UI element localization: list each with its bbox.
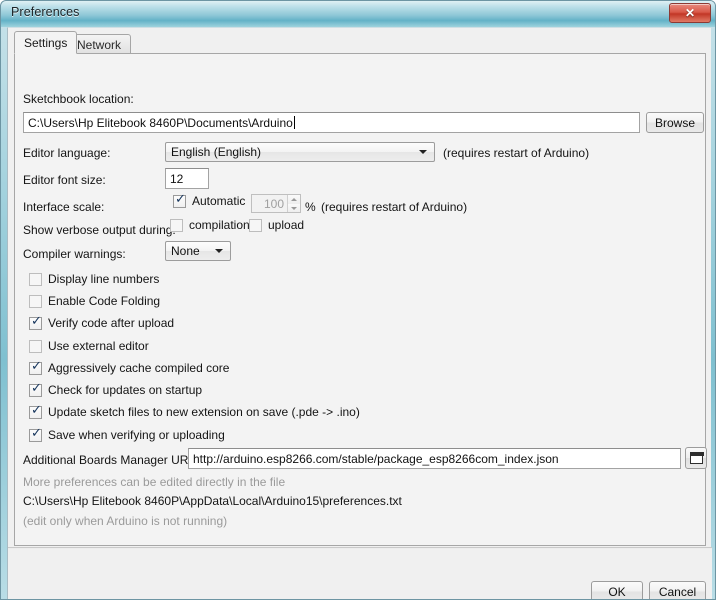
interface-scale-automatic-checkbox[interactable]: ✓ Automatic [173,191,246,208]
checkbox-box: ✓ [173,191,186,208]
checkbox-box: ✓ [29,380,42,397]
tab-settings[interactable]: Settings [14,31,78,54]
editor-language-label: Editor language: [23,146,111,160]
checkbox-label: Use external editor [48,339,149,353]
checkbox-use-external-editor[interactable]: Use external editor [29,339,149,353]
cancel-button[interactable]: Cancel [649,581,706,599]
checkbox-display-line-numbers[interactable]: Display line numbers [29,272,159,286]
close-button[interactable]: ✕ [669,3,711,23]
interface-scale-automatic-label: Automatic [192,194,246,208]
checkbox-verify-code-after-upload[interactable]: ✓ Verify code after upload [29,313,175,330]
checkbox-label: Check for updates on startup [48,383,203,397]
chevron-down-icon [215,249,223,253]
checkbox-box: ✓ [29,425,42,442]
checkbox-box [29,272,42,286]
title-bar: Preferences ✕ [1,1,715,27]
spinner-up-icon[interactable] [288,195,300,204]
editor-font-size-value: 12 [170,171,184,186]
check-icon: ✓ [31,380,42,396]
checkbox-label: Aggressively cache compiled core [48,361,230,375]
check-icon: ✓ [175,191,186,207]
verbose-output-label: Show verbose output during: [23,223,176,237]
checkbox-box [29,294,42,308]
check-icon: ✓ [31,358,42,374]
dialog-footer: OK Cancel [8,549,712,599]
dialog-client-area: Settings Network Sketchbook location: C:… [7,27,712,599]
checkbox-box [249,218,262,232]
interface-scale-percent-label: % [305,200,316,214]
verbose-upload-checkbox[interactable]: upload [249,218,304,232]
compiler-warnings-label: Compiler warnings: [23,247,126,261]
interface-scale-label: Interface scale: [23,200,105,214]
check-icon: ✓ [31,313,42,329]
checkbox-update-sketch-files-extension[interactable]: ✓ Update sketch files to new extension o… [29,402,360,419]
boards-manager-urls-expand-button[interactable] [685,447,707,469]
verbose-compilation-label: compilation [189,218,250,232]
editor-language-value: English (English) [171,145,262,159]
spinner-down-icon[interactable] [288,203,300,212]
preferences-file-hint: More preferences can be edited directly … [23,475,286,489]
checkbox-label: Enable Code Folding [48,294,161,308]
tab-strip: Settings Network [8,31,712,54]
ok-button[interactable]: OK [591,581,643,599]
preferences-dialog: Preferences ✕ Settings Network Sketchboo… [0,0,716,600]
window-title: Preferences [11,5,80,19]
boards-manager-urls-value: http://arduino.esp8266.com/stable/packag… [193,451,559,466]
checkbox-check-for-updates-on-startup[interactable]: ✓ Check for updates on startup [29,380,203,397]
checkbox-box: ✓ [29,313,42,330]
window-icon [689,451,704,464]
checkbox-box [29,339,42,353]
checkbox-label: Save when verifying or uploading [48,428,225,442]
text-caret [293,116,295,129]
editor-font-size-input[interactable]: 12 [165,168,209,189]
close-icon: ✕ [684,6,696,20]
checkbox-label: Update sketch files to new extension on … [48,405,360,419]
checkbox-box [170,218,183,232]
chevron-down-icon [419,150,427,154]
compiler-warnings-select[interactable]: None [165,241,231,261]
checkbox-label: Verify code after upload [48,316,175,330]
compiler-warnings-value: None [171,244,200,258]
sketchbook-location-label: Sketchbook location: [23,92,134,106]
editor-font-size-label: Editor font size: [23,173,106,187]
spinner-buttons[interactable] [287,195,300,212]
interface-scale-spinner[interactable]: 100 [251,194,301,213]
check-icon: ✓ [31,402,42,418]
checkbox-enable-code-folding[interactable]: Enable Code Folding [29,294,160,308]
boards-manager-urls-label: Additional Boards Manager URLs: [23,453,205,467]
editor-language-select[interactable]: English (English) [165,142,435,162]
verbose-upload-label: upload [268,218,305,232]
verbose-compilation-checkbox[interactable]: compilation [170,218,250,232]
editor-language-note: (requires restart of Arduino) [443,146,590,160]
checkbox-label: Display line numbers [48,272,160,286]
check-icon: ✓ [31,425,42,441]
boards-manager-urls-input[interactable]: http://arduino.esp8266.com/stable/packag… [188,448,681,469]
interface-scale-value: 100 [263,196,284,211]
checkbox-box: ✓ [29,402,42,419]
sketchbook-location-value: C:\Users\Hp Elitebook 8460P\Documents\Ar… [28,115,293,130]
preferences-file-note: (edit only when Arduino is not running) [23,514,228,528]
checkbox-aggressively-cache-compiled-core[interactable]: ✓ Aggressively cache compiled core [29,358,230,375]
preferences-file-path: C:\Users\Hp Elitebook 8460P\AppData\Loca… [23,494,402,508]
settings-panel: Sketchbook location: C:\Users\Hp Elitebo… [14,53,707,546]
sketchbook-location-input[interactable]: C:\Users\Hp Elitebook 8460P\Documents\Ar… [23,112,640,133]
checkbox-save-when-verifying-or-uploading[interactable]: ✓ Save when verifying or uploading [29,425,225,442]
interface-scale-note: (requires restart of Arduino) [321,200,468,214]
browse-button[interactable]: Browse [646,112,704,133]
checkbox-box: ✓ [29,358,42,375]
